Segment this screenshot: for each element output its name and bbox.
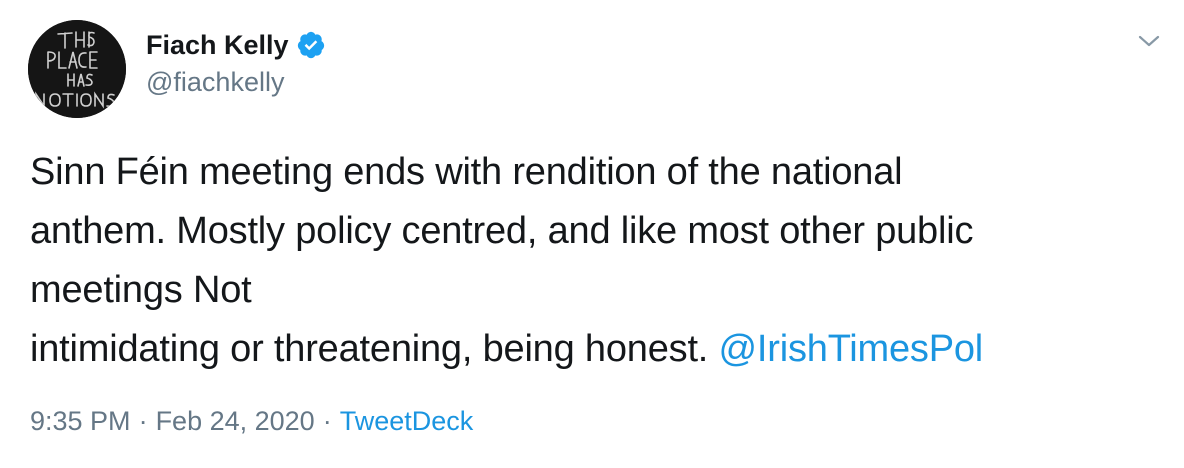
tweet-time[interactable]: 9:35 PM	[30, 406, 131, 436]
author-display-name[interactable]: Fiach Kelly	[146, 30, 289, 61]
verified-badge-icon	[296, 30, 326, 60]
tweet-text-line: Sinn Féin meeting ends with rendition of…	[30, 151, 903, 193]
tweet-text-line: intimidating or threatening, being hones…	[30, 328, 719, 370]
author-handle[interactable]: @fiachkelly	[146, 67, 284, 98]
avatar[interactable]	[28, 20, 126, 118]
avatar-image	[28, 20, 126, 118]
tweet-text-line-last: intimidating or threatening, being hones…	[30, 320, 1170, 379]
tweet-text-line: meetings Not	[30, 269, 252, 311]
separator-dot: ·	[138, 406, 148, 436]
mention-link[interactable]: @IrishTimesPol	[719, 328, 984, 370]
tweet-text: Sinn Féin meeting ends with rendition of…	[30, 143, 1170, 379]
author-name-row: Fiach Kelly	[146, 26, 326, 64]
tweet-card: Fiach Kelly @fiachkelly Sinn Féin meetin…	[0, 0, 1184, 468]
chevron-down-icon[interactable]	[1134, 26, 1164, 56]
tweet-metadata: 9:35 PM · Feb 24, 2020 · TweetDeck	[30, 406, 473, 437]
separator-dot: ·	[322, 406, 332, 436]
tweet-date: Feb 24, 2020	[155, 406, 315, 436]
tweet-text-line: anthem. Mostly policy centred, and like …	[30, 210, 974, 252]
tweet-source-link[interactable]: TweetDeck	[340, 406, 474, 436]
